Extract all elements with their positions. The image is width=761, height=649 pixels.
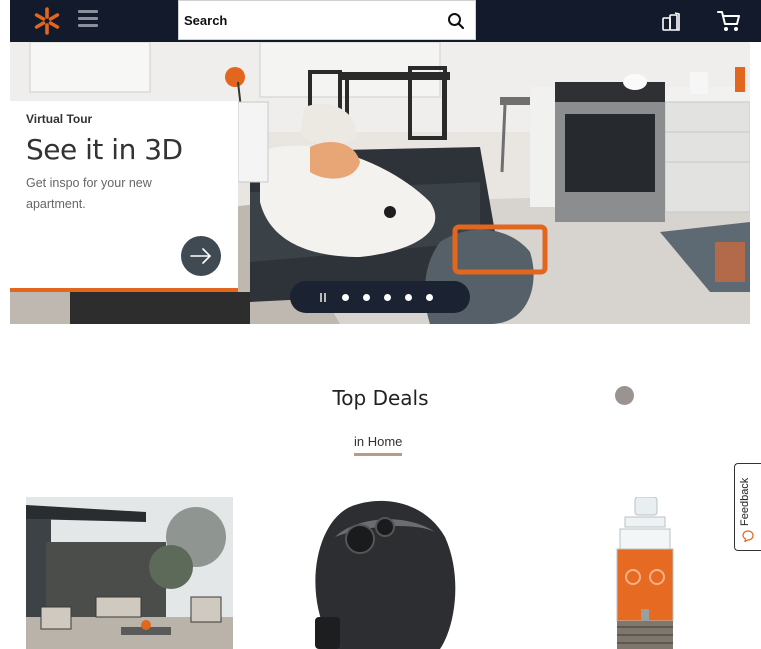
carousel-dot[interactable] <box>342 293 349 301</box>
walmart-spark-icon[interactable] <box>32 6 62 36</box>
search-bar <box>178 0 476 40</box>
card-eyebrow: Virtual Tour <box>26 112 93 126</box>
site-header <box>10 0 761 42</box>
feedback-tab[interactable]: Feedback <box>734 463 761 551</box>
carousel-dot[interactable] <box>426 293 433 301</box>
carousel-dot[interactable] <box>384 293 391 301</box>
card-arrow-button[interactable] <box>181 236 221 276</box>
search-input[interactable] <box>179 1 424 39</box>
carousel-dot[interactable] <box>363 293 370 301</box>
card-title: See it in 3D <box>26 133 183 166</box>
feedback-label: Feedback <box>739 477 751 526</box>
drink-dispenser-image <box>616 497 674 649</box>
speech-bubble-icon <box>742 530 754 542</box>
virtual-tour-card: Virtual Tour See it in 3D Get inspo for … <box>10 101 238 291</box>
search-icon[interactable] <box>447 12 465 30</box>
product-tile-patio-set[interactable] <box>26 497 233 649</box>
card-description: Get inspo for your new apartment. <box>26 176 152 211</box>
air-fryer-image <box>315 500 456 649</box>
cart-icon[interactable] <box>716 9 742 33</box>
carousel-controls <box>290 281 470 313</box>
patio-furniture-image <box>26 497 233 649</box>
product-tile-drink-dispenser[interactable] <box>605 497 685 649</box>
hamburger-menu-icon[interactable] <box>78 10 98 30</box>
cursor-indicator <box>615 386 634 405</box>
section-title: Top Deals <box>332 386 429 410</box>
lists-icon[interactable] <box>660 9 684 33</box>
hero-banner[interactable]: Virtual Tour See it in 3D Get inspo for … <box>10 42 750 324</box>
card-accent-stripe <box>10 288 238 292</box>
tab-in-home[interactable]: in Home <box>354 434 403 456</box>
arrow-right-icon <box>190 248 211 264</box>
carousel-dot[interactable] <box>405 293 412 301</box>
product-tile-air-fryer[interactable] <box>295 497 470 649</box>
pause-icon[interactable] <box>320 292 326 302</box>
